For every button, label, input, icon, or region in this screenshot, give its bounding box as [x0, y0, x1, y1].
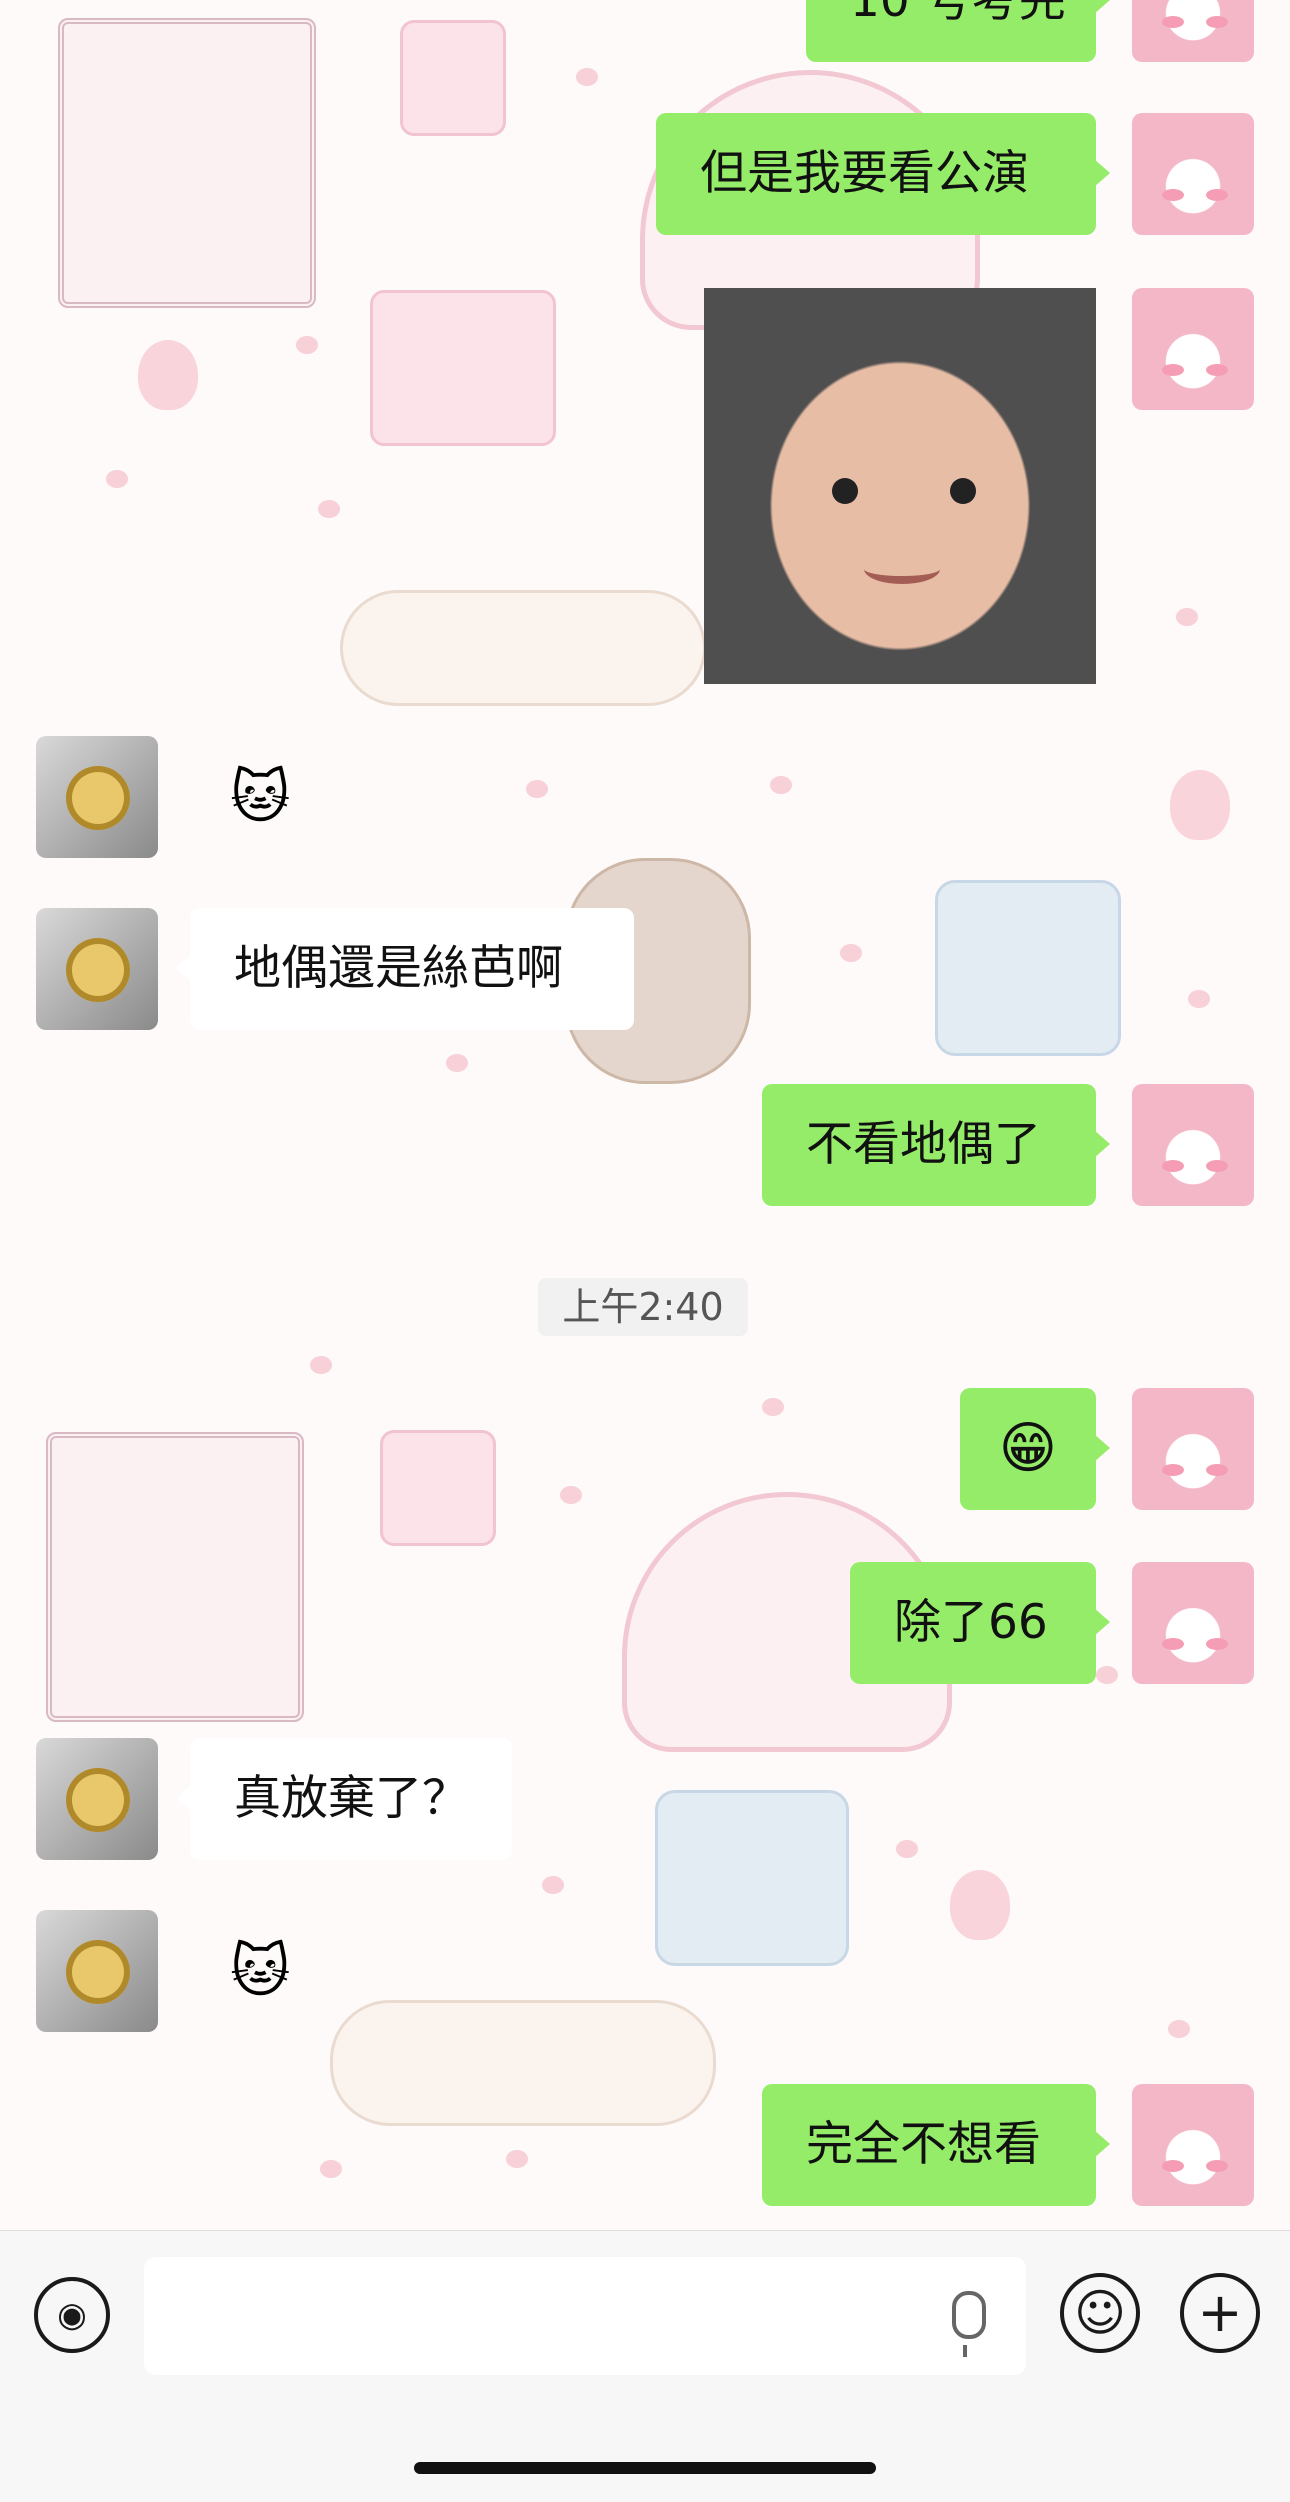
cat-decoration: [340, 590, 706, 706]
plus-icon-glyph: +: [1197, 2281, 1243, 2344]
message-bubble-sent[interactable]: 完全不想看: [762, 2084, 1110, 2206]
strawberry-decoration: [950, 1870, 1010, 1940]
emoji-message[interactable]: 🐱: [230, 736, 290, 858]
paw-decoration: [762, 1398, 784, 1416]
message-input[interactable]: [144, 2257, 1026, 2375]
message-bubble-sent[interactable]: 除了66: [850, 1562, 1110, 1684]
chat-wallpaper: [0, 0, 1290, 2230]
strawberry-decoration: [1170, 770, 1230, 840]
avatar[interactable]: [36, 1738, 158, 1860]
mouth: [864, 554, 940, 584]
paw-decoration: [526, 780, 548, 798]
paw-decoration: [318, 500, 340, 518]
paw-decoration: [1188, 990, 1210, 1008]
avatar[interactable]: [1132, 1388, 1254, 1510]
cake-decoration: [380, 1430, 496, 1546]
paw-decoration: [320, 2160, 342, 2178]
paw-decoration: [446, 1054, 468, 1072]
voice-icon[interactable]: ◉: [34, 2277, 110, 2353]
paw-decoration: [1168, 2020, 1190, 2038]
pink-dessert-frame: [46, 1432, 304, 1722]
paw-decoration: [770, 776, 792, 794]
paw-decoration: [840, 944, 862, 962]
paw-decoration: [310, 1356, 332, 1374]
strawberry-decoration: [138, 340, 198, 410]
microphone-icon[interactable]: [952, 2291, 986, 2357]
cat-decoration: [330, 2000, 716, 2126]
avatar[interactable]: [1132, 288, 1254, 410]
avatar[interactable]: [1132, 0, 1254, 62]
image-message[interactable]: [704, 288, 1096, 684]
paw-decoration: [296, 336, 318, 354]
message-bubble-received[interactable]: 地偶還是絲芭啊: [176, 908, 634, 1030]
gift-box-decoration: [655, 1790, 849, 1966]
paw-decoration: [106, 470, 128, 488]
message-bubble-sent[interactable]: 但是我要看公演: [656, 113, 1110, 235]
cake-decoration: [370, 290, 556, 446]
paw-decoration: [896, 1840, 918, 1858]
avatar[interactable]: [36, 1910, 158, 2032]
paw-decoration: [560, 1486, 582, 1504]
avatar[interactable]: [36, 908, 158, 1030]
message-bubble-sent[interactable]: 10 号考完: [806, 0, 1110, 62]
eye: [950, 478, 976, 504]
avatar[interactable]: [36, 736, 158, 858]
plus-icon[interactable]: +: [1180, 2273, 1260, 2353]
paw-decoration: [542, 1876, 564, 1894]
avatar[interactable]: [1132, 2084, 1254, 2206]
paw-decoration: [506, 2150, 528, 2168]
avatar[interactable]: [1132, 1562, 1254, 1684]
message-bubble-sent[interactable]: 不看地偶了: [762, 1084, 1110, 1206]
emoji-message[interactable]: 🐱: [230, 1910, 290, 2032]
paw-decoration: [1096, 1666, 1118, 1684]
home-indicator[interactable]: [414, 2462, 876, 2474]
eye: [832, 478, 858, 504]
timestamp: 上午2:40: [538, 1278, 748, 1336]
emoji-icon-glyph: ☺: [1073, 2284, 1127, 2342]
voice-icon-glyph: ◉: [57, 2295, 87, 2335]
cake-decoration: [400, 20, 506, 136]
gift-box-decoration: [935, 880, 1121, 1056]
message-bubble-received[interactable]: 真放棄了？: [176, 1738, 512, 1860]
emoji-icon[interactable]: ☺: [1060, 2273, 1140, 2353]
message-bubble-sent[interactable]: 😁: [960, 1388, 1110, 1510]
paw-decoration: [576, 68, 598, 86]
paw-decoration: [1176, 608, 1198, 626]
avatar[interactable]: [1132, 113, 1254, 235]
avatar[interactable]: [1132, 1084, 1254, 1206]
pink-dessert-frame: [58, 18, 316, 308]
